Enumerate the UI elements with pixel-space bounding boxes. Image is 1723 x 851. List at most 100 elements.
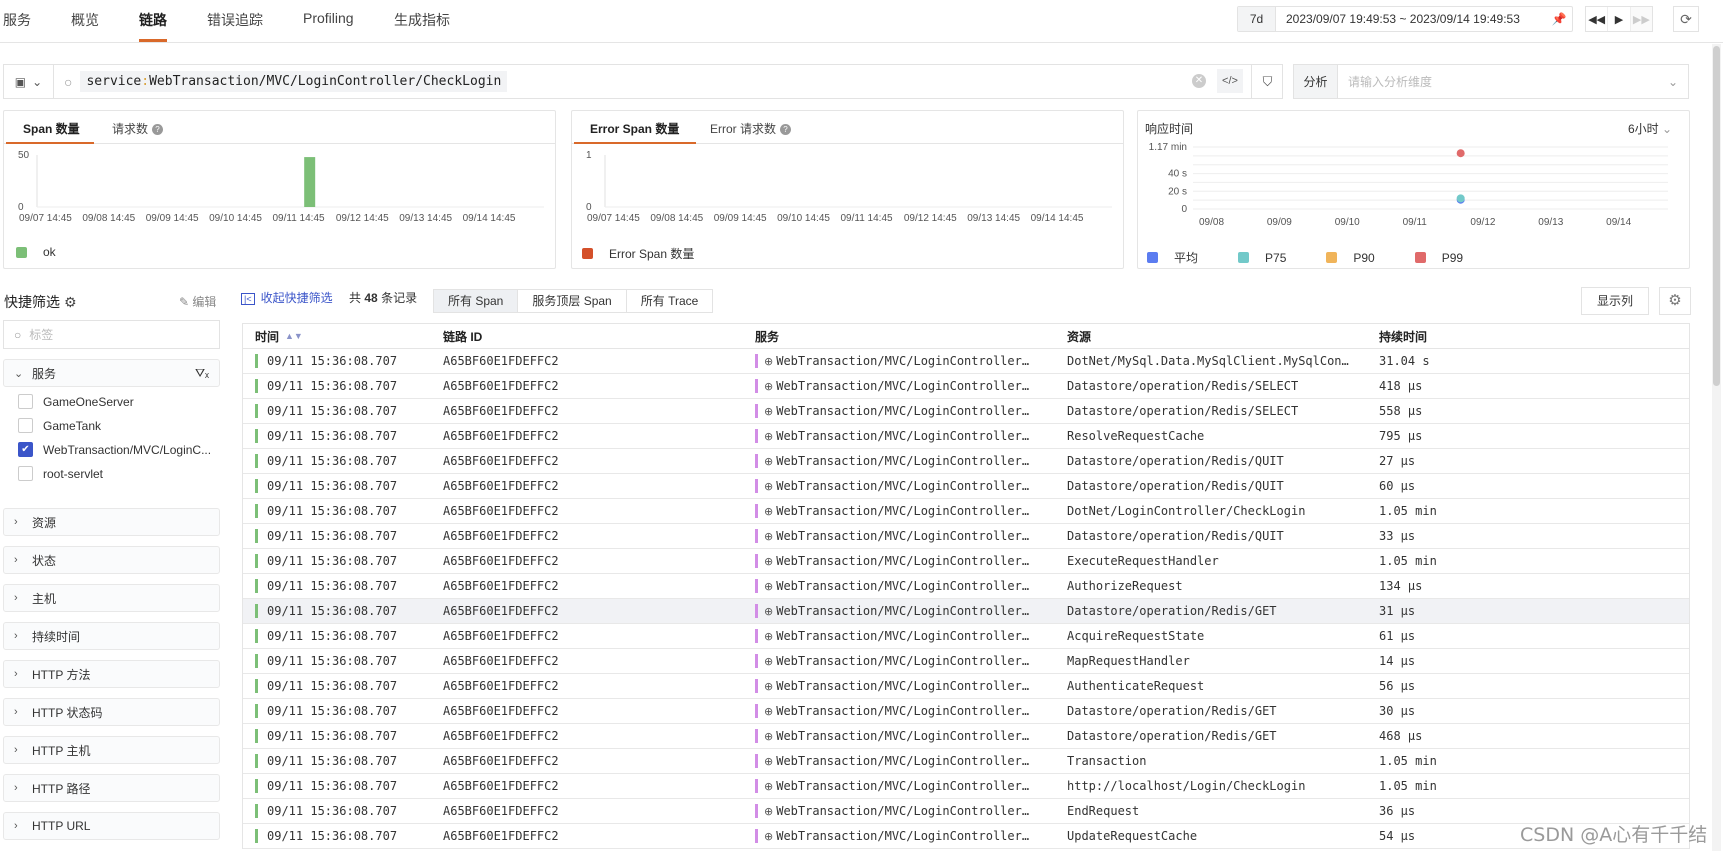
filter-group[interactable]: › 资源: [3, 508, 220, 536]
data-point[interactable]: [1456, 149, 1465, 158]
analysis-placeholder[interactable]: 请输入分析维度: [1338, 73, 1658, 90]
settings-gear-icon[interactable]: ⚙: [1659, 287, 1691, 315]
legend-item[interactable]: P90: [1326, 249, 1375, 266]
analysis-dimension-select[interactable]: 分析 请输入分析维度 ⌄: [1293, 64, 1689, 99]
service-option[interactable]: ✔ WebTransaction/MVC/LoginC...: [18, 442, 211, 457]
cell-trace-id[interactable]: A65BF60E1FDEFFC2: [443, 704, 755, 718]
legend-item[interactable]: P75: [1238, 249, 1286, 266]
filter-group[interactable]: › HTTP 主机: [3, 736, 220, 764]
table-row[interactable]: 09/11 15:36:08.707 A65BF60E1FDEFFC2 ⊕ Web…: [243, 549, 1689, 574]
table-row[interactable]: 09/11 15:36:08.707 A65BF60E1FDEFFC2 ⊕ Web…: [243, 499, 1689, 524]
cell-trace-id[interactable]: A65BF60E1FDEFFC2: [443, 354, 755, 368]
table-row[interactable]: 09/11 15:36:08.707 A65BF60E1FDEFFC2 ⊕ Web…: [243, 649, 1689, 674]
rewind-icon[interactable]: ◀◀: [1586, 7, 1609, 31]
query-input[interactable]: service:WebTransaction/MVC/LoginControll…: [80, 71, 508, 92]
segment-service-top-spans[interactable]: 服务顶层 Span: [518, 290, 627, 312]
bar[interactable]: [304, 157, 316, 207]
table-row[interactable]: 09/11 15:36:08.707 A65BF60E1FDEFFC2 ⊕ Web…: [243, 774, 1689, 799]
table-row[interactable]: 09/11 15:36:08.707 A65BF60E1FDEFFC2 ⊕ Web…: [243, 799, 1689, 824]
filter-group[interactable]: › 状态: [3, 546, 220, 574]
filter-group[interactable]: › HTTP 方法: [3, 660, 220, 688]
legend-item-ok[interactable]: ok: [16, 245, 56, 259]
table-row[interactable]: 09/11 15:36:08.707 A65BF60E1FDEFFC2 ⊕ Web…: [243, 474, 1689, 499]
edit-button[interactable]: ✎ 编辑: [179, 293, 216, 310]
table-row[interactable]: 09/11 15:36:08.707 A65BF60E1FDEFFC2 ⊕ Web…: [243, 749, 1689, 774]
cell-trace-id[interactable]: A65BF60E1FDEFFC2: [443, 779, 755, 793]
filter-group[interactable]: › 持续时间: [3, 622, 220, 650]
tab-generate-metrics[interactable]: 生成指标: [394, 10, 450, 30]
table-row[interactable]: 09/11 15:36:08.707 A65BF60E1FDEFFC2 ⊕ Web…: [243, 524, 1689, 549]
cell-trace-id[interactable]: A65BF60E1FDEFFC2: [443, 554, 755, 568]
segment-all-spans[interactable]: 所有 Span: [434, 290, 519, 312]
help-icon[interactable]: ?: [152, 124, 164, 136]
tab-error-tracking[interactable]: 错误追踪: [207, 10, 263, 30]
table-row[interactable]: 09/11 15:36:08.707 A65BF60E1FDEFFC2 ⊕ Web…: [243, 699, 1689, 724]
cell-trace-id[interactable]: A65BF60E1FDEFFC2: [443, 679, 755, 693]
table-row[interactable]: 09/11 15:36:08.707 A65BF60E1FDEFFC2 ⊕ Web…: [243, 599, 1689, 624]
filter-group[interactable]: › 主机: [3, 584, 220, 612]
show-columns-button[interactable]: 显示列: [1581, 287, 1649, 315]
col-time-header[interactable]: 时间 ▲▼: [243, 328, 443, 345]
query-type-dropdown[interactable]: ▣ ⌄: [4, 65, 54, 98]
cell-trace-id[interactable]: A65BF60E1FDEFFC2: [443, 654, 755, 668]
cell-trace-id[interactable]: A65BF60E1FDEFFC2: [443, 529, 755, 543]
cell-trace-id[interactable]: A65BF60E1FDEFFC2: [443, 629, 755, 643]
legend-item[interactable]: 平均: [1147, 249, 1198, 266]
table-row[interactable]: 09/11 15:36:08.707 A65BF60E1FDEFFC2 ⊕ Web…: [243, 374, 1689, 399]
gear-icon[interactable]: ⚙: [64, 294, 77, 310]
data-point[interactable]: [1456, 194, 1465, 203]
service-option[interactable]: GameTank: [18, 418, 101, 433]
cell-trace-id[interactable]: A65BF60E1FDEFFC2: [443, 829, 755, 843]
page-scrollbar[interactable]: [1712, 44, 1721, 851]
cell-trace-id[interactable]: A65BF60E1FDEFFC2: [443, 454, 755, 468]
filter-group[interactable]: › HTTP URL: [3, 812, 220, 840]
checkbox[interactable]: [18, 418, 33, 433]
checkbox[interactable]: [18, 466, 33, 481]
tab-overview[interactable]: 概览: [71, 10, 99, 30]
cell-trace-id[interactable]: A65BF60E1FDEFFC2: [443, 479, 755, 493]
service-option[interactable]: GameOneServer: [18, 394, 134, 409]
table-row[interactable]: 09/11 15:36:08.707 A65BF60E1FDEFFC2 ⊕ Web…: [243, 349, 1689, 374]
service-option[interactable]: root-servlet: [18, 466, 103, 481]
filter-group[interactable]: › HTTP 路径: [3, 774, 220, 802]
filter-icon[interactable]: ⛉: [1251, 65, 1283, 98]
cell-trace-id[interactable]: A65BF60E1FDEFFC2: [443, 404, 755, 418]
cell-trace-id[interactable]: A65BF60E1FDEFFC2: [443, 379, 755, 393]
checkbox[interactable]: ✔: [18, 442, 33, 457]
clear-icon[interactable]: ✕: [1192, 74, 1206, 88]
help-icon[interactable]: ?: [780, 124, 792, 136]
table-row[interactable]: 09/11 15:36:08.707 A65BF60E1FDEFFC2 ⊕ Web…: [243, 624, 1689, 649]
play-icon[interactable]: ▶: [1608, 7, 1631, 31]
filter-group[interactable]: › HTTP 状态码: [3, 698, 220, 726]
cell-trace-id[interactable]: A65BF60E1FDEFFC2: [443, 504, 755, 518]
pin-icon[interactable]: 📌: [1546, 12, 1572, 26]
scrollbar-thumb[interactable]: [1713, 46, 1720, 386]
filter-group-service[interactable]: ⌄ 服务 ⛛ₓ: [3, 359, 220, 387]
refresh-icon[interactable]: ⟳: [1673, 6, 1699, 32]
time-range-picker[interactable]: 7d 2023/09/07 19:49:53 ~ 2023/09/14 19:4…: [1237, 6, 1573, 32]
time-range-text[interactable]: 2023/09/07 19:49:53 ~ 2023/09/14 19:49:5…: [1276, 12, 1546, 26]
clear-filter-icon[interactable]: ⛛ₓ: [195, 366, 209, 381]
cell-trace-id[interactable]: A65BF60E1FDEFFC2: [443, 804, 755, 818]
legend-item[interactable]: P99: [1414, 249, 1463, 266]
table-row[interactable]: 09/11 15:36:08.707 A65BF60E1FDEFFC2 ⊕ Web…: [243, 424, 1689, 449]
segment-all-traces[interactable]: 所有 Trace: [627, 290, 713, 312]
table-row[interactable]: 09/11 15:36:08.707 A65BF60E1FDEFFC2 ⊕ Web…: [243, 399, 1689, 424]
cell-trace-id[interactable]: A65BF60E1FDEFFC2: [443, 754, 755, 768]
legend-item-error-span[interactable]: Error Span 数量: [582, 245, 694, 262]
code-icon[interactable]: </>: [1217, 69, 1243, 93]
fast-forward-icon[interactable]: ▶▶: [1630, 7, 1652, 31]
table-row[interactable]: 09/11 15:36:08.707 A65BF60E1FDEFFC2 ⊕ Web…: [243, 449, 1689, 474]
tab-traces[interactable]: 链路: [139, 10, 167, 30]
tab-services[interactable]: 服务: [3, 10, 31, 30]
sort-icon[interactable]: ▲▼: [285, 331, 303, 341]
collapse-quick-filter-button[interactable]: |< 收起快捷筛选: [241, 289, 333, 306]
cell-trace-id[interactable]: A65BF60E1FDEFFC2: [443, 579, 755, 593]
cell-trace-id[interactable]: A65BF60E1FDEFFC2: [443, 729, 755, 743]
tag-search-input[interactable]: ○ 标签: [3, 320, 220, 349]
cell-trace-id[interactable]: A65BF60E1FDEFFC2: [443, 429, 755, 443]
table-row[interactable]: 09/11 15:36:08.707 A65BF60E1FDEFFC2 ⊕ Web…: [243, 724, 1689, 749]
table-row[interactable]: 09/11 15:36:08.707 A65BF60E1FDEFFC2 ⊕ Web…: [243, 824, 1689, 849]
time-preset-badge[interactable]: 7d: [1238, 7, 1276, 31]
tab-profiling[interactable]: Profiling: [303, 10, 354, 26]
